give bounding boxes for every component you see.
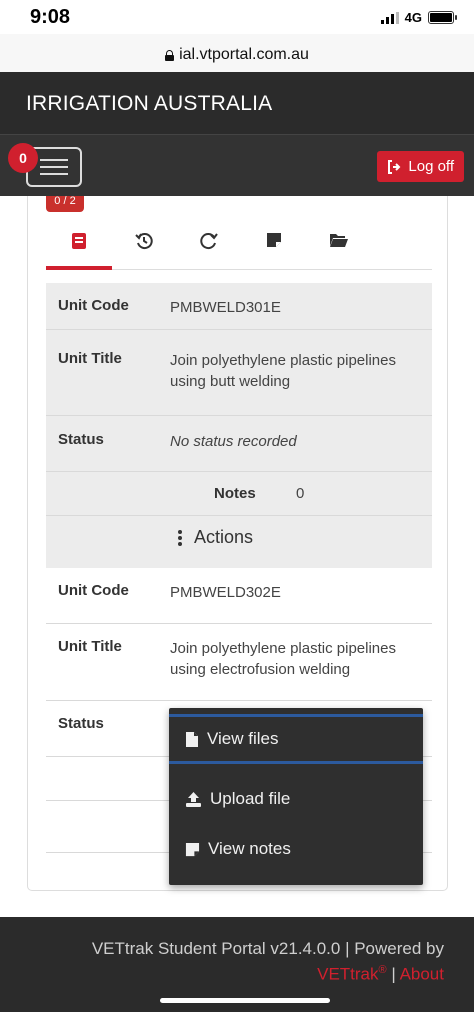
tab-redo[interactable] (176, 226, 242, 270)
logoff-label: Log off (408, 158, 454, 175)
actions-label: Actions (194, 527, 254, 547)
footer: VETtrak Student Portal v21.4.0.0 | Power… (0, 917, 474, 1012)
clock: 9:08 (30, 6, 71, 28)
app-header: IRRIGATION AUSTRALIA (0, 72, 474, 134)
vettrak-link[interactable]: VETtrak (317, 965, 378, 984)
notification-badge[interactable]: 0 (8, 143, 38, 173)
url-display[interactable]: ial.vtportal.com.au (165, 46, 309, 64)
battery-icon (428, 11, 457, 24)
upload-file-menu-item[interactable]: Upload file (169, 774, 423, 824)
lock-icon (165, 49, 175, 61)
about-link[interactable]: About (400, 965, 444, 984)
unit-title-label: Unit Title (58, 638, 122, 655)
notes-row[interactable]: Notes 0 (46, 472, 432, 516)
kebab-icon (178, 529, 182, 546)
view-files-menu-item[interactable]: View files (169, 714, 423, 764)
tab-history[interactable] (111, 226, 177, 270)
unit-tabs (46, 226, 432, 270)
unit-block-1: Unit Code PMBWELD301E Unit Title Join po… (46, 283, 432, 568)
view-files-label: View files (207, 729, 279, 748)
footer-links: VETtrak® | About (317, 964, 444, 985)
progress-badge: 0 / 2 (46, 196, 84, 212)
unit-title-row: Unit Title Join polyethylene plastic pip… (46, 330, 432, 416)
unit-code-label: Unit Code (58, 582, 129, 599)
footer-text: VETtrak Student Portal v21.4.0.0 | Power… (91, 939, 444, 958)
note-icon (185, 842, 200, 856)
tab-details[interactable] (46, 226, 112, 270)
unit-title-label: Unit Title (58, 350, 122, 367)
book-icon (72, 233, 86, 249)
view-notes-label: View notes (208, 839, 291, 858)
tab-files[interactable] (306, 226, 372, 270)
actions-dropdown-menu: View files Upload file View notes (169, 708, 423, 885)
address-bar[interactable]: ial.vtportal.com.au (0, 34, 474, 72)
sign-out-icon (388, 159, 401, 174)
note-icon (267, 233, 281, 247)
status-row: Status No status recorded (46, 416, 432, 472)
status-label: Status (58, 431, 104, 448)
unit-title-value: Join polyethylene plastic pipelines usin… (170, 352, 396, 390)
hamburger-line (40, 159, 68, 161)
tab-notes[interactable] (241, 226, 307, 270)
actions-button[interactable]: Actions (178, 527, 253, 548)
signal-icon (380, 11, 399, 24)
status-icons: 4G (380, 10, 457, 25)
hamburger-line (40, 173, 68, 175)
unit-code-value: PMBWELD301E (170, 299, 281, 316)
unit-title-value: Join polyethylene plastic pipelines usin… (170, 640, 396, 678)
unit-code-row: Unit Code PMBWELD301E (46, 283, 432, 330)
unit-title-row: Unit Title Join polyethylene plastic pip… (46, 624, 432, 701)
unit-code-row: Unit Code PMBWELD302E (46, 568, 432, 624)
status-bar: 9:08 4G (0, 0, 474, 34)
unit-code-label: Unit Code (58, 297, 129, 314)
view-notes-menu-item[interactable]: View notes (169, 824, 423, 874)
status-value: No status recorded (170, 433, 297, 450)
navbar: Log off (0, 134, 474, 196)
notes-label: Notes (214, 485, 256, 502)
upload-file-label: Upload file (210, 789, 291, 808)
footer-separator: | (386, 964, 400, 984)
logoff-button[interactable]: Log off (377, 151, 464, 182)
history-icon (135, 233, 153, 250)
hamburger-line (40, 166, 68, 168)
upload-icon (186, 791, 201, 807)
actions-row: Actions (46, 516, 432, 568)
url-text: ial.vtportal.com.au (179, 46, 309, 63)
file-icon (186, 731, 198, 747)
status-label: Status (58, 715, 104, 732)
registered-mark: ® (378, 964, 387, 976)
notes-count: 0 (296, 485, 305, 502)
redo-icon (200, 233, 218, 250)
folder-open-icon (330, 234, 348, 247)
network-type: 4G (404, 10, 422, 25)
app-title: IRRIGATION AUSTRALIA (26, 92, 273, 115)
unit-code-value: PMBWELD302E (170, 584, 281, 601)
home-indicator (160, 998, 330, 1003)
